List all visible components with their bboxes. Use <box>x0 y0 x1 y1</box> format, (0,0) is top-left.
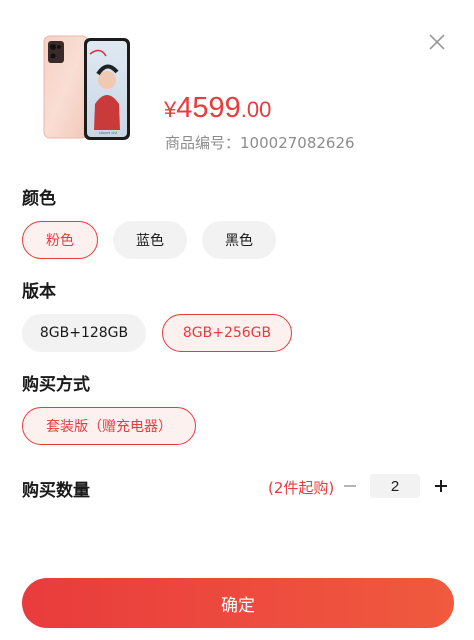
color-option-pink[interactable]: 粉色 <box>22 221 98 259</box>
price: ¥4599.00 <box>164 92 271 125</box>
svg-text:xiaomi civi: xiaomi civi <box>99 130 118 135</box>
plus-icon[interactable] <box>430 474 452 498</box>
quantity-section-title: 购买数量 <box>22 481 90 501</box>
minus-icon[interactable] <box>340 474 360 498</box>
version-option-256gb[interactable]: 8GB+256GB <box>162 314 292 352</box>
version-section-title: 版本 <box>22 282 56 302</box>
chip-label: 套装版（赠充电器） <box>46 419 172 435</box>
chip-label: 8GB+256GB <box>182 325 272 341</box>
purchase-option-bundle[interactable]: 套装版（赠充电器） <box>22 407 196 445</box>
sku-selector-sheet: xiaomi civi ¥4599.00 商品编号：100027082626 颜… <box>0 0 474 640</box>
version-option-128gb[interactable]: 8GB+128GB <box>22 314 146 352</box>
quantity-input[interactable] <box>370 474 420 498</box>
color-option-black[interactable]: 黑色 <box>202 221 276 259</box>
product-sku: 商品编号：100027082626 <box>165 132 355 153</box>
chip-label: 黑色 <box>225 233 253 249</box>
confirm-button[interactable]: 确定 <box>22 578 454 628</box>
color-section-title: 颜色 <box>22 189 56 209</box>
purchase-section-title: 购买方式 <box>22 375 90 395</box>
sku-label: 商品编号： <box>165 134 241 152</box>
price-integer: 4599 <box>176 92 241 124</box>
price-symbol: ¥ <box>164 97 177 122</box>
product-image: xiaomi civi <box>40 34 132 142</box>
min-quantity-hint: (2件起购) <box>268 479 335 497</box>
color-option-blue[interactable]: 蓝色 <box>113 221 187 259</box>
chip-label: 粉色 <box>46 233 74 249</box>
close-icon[interactable] <box>424 29 450 55</box>
chip-label: 蓝色 <box>136 233 164 249</box>
chip-label: 8GB+128GB <box>39 325 129 341</box>
price-decimal: .00 <box>240 97 272 122</box>
sku-value: 100027082626 <box>240 134 355 152</box>
